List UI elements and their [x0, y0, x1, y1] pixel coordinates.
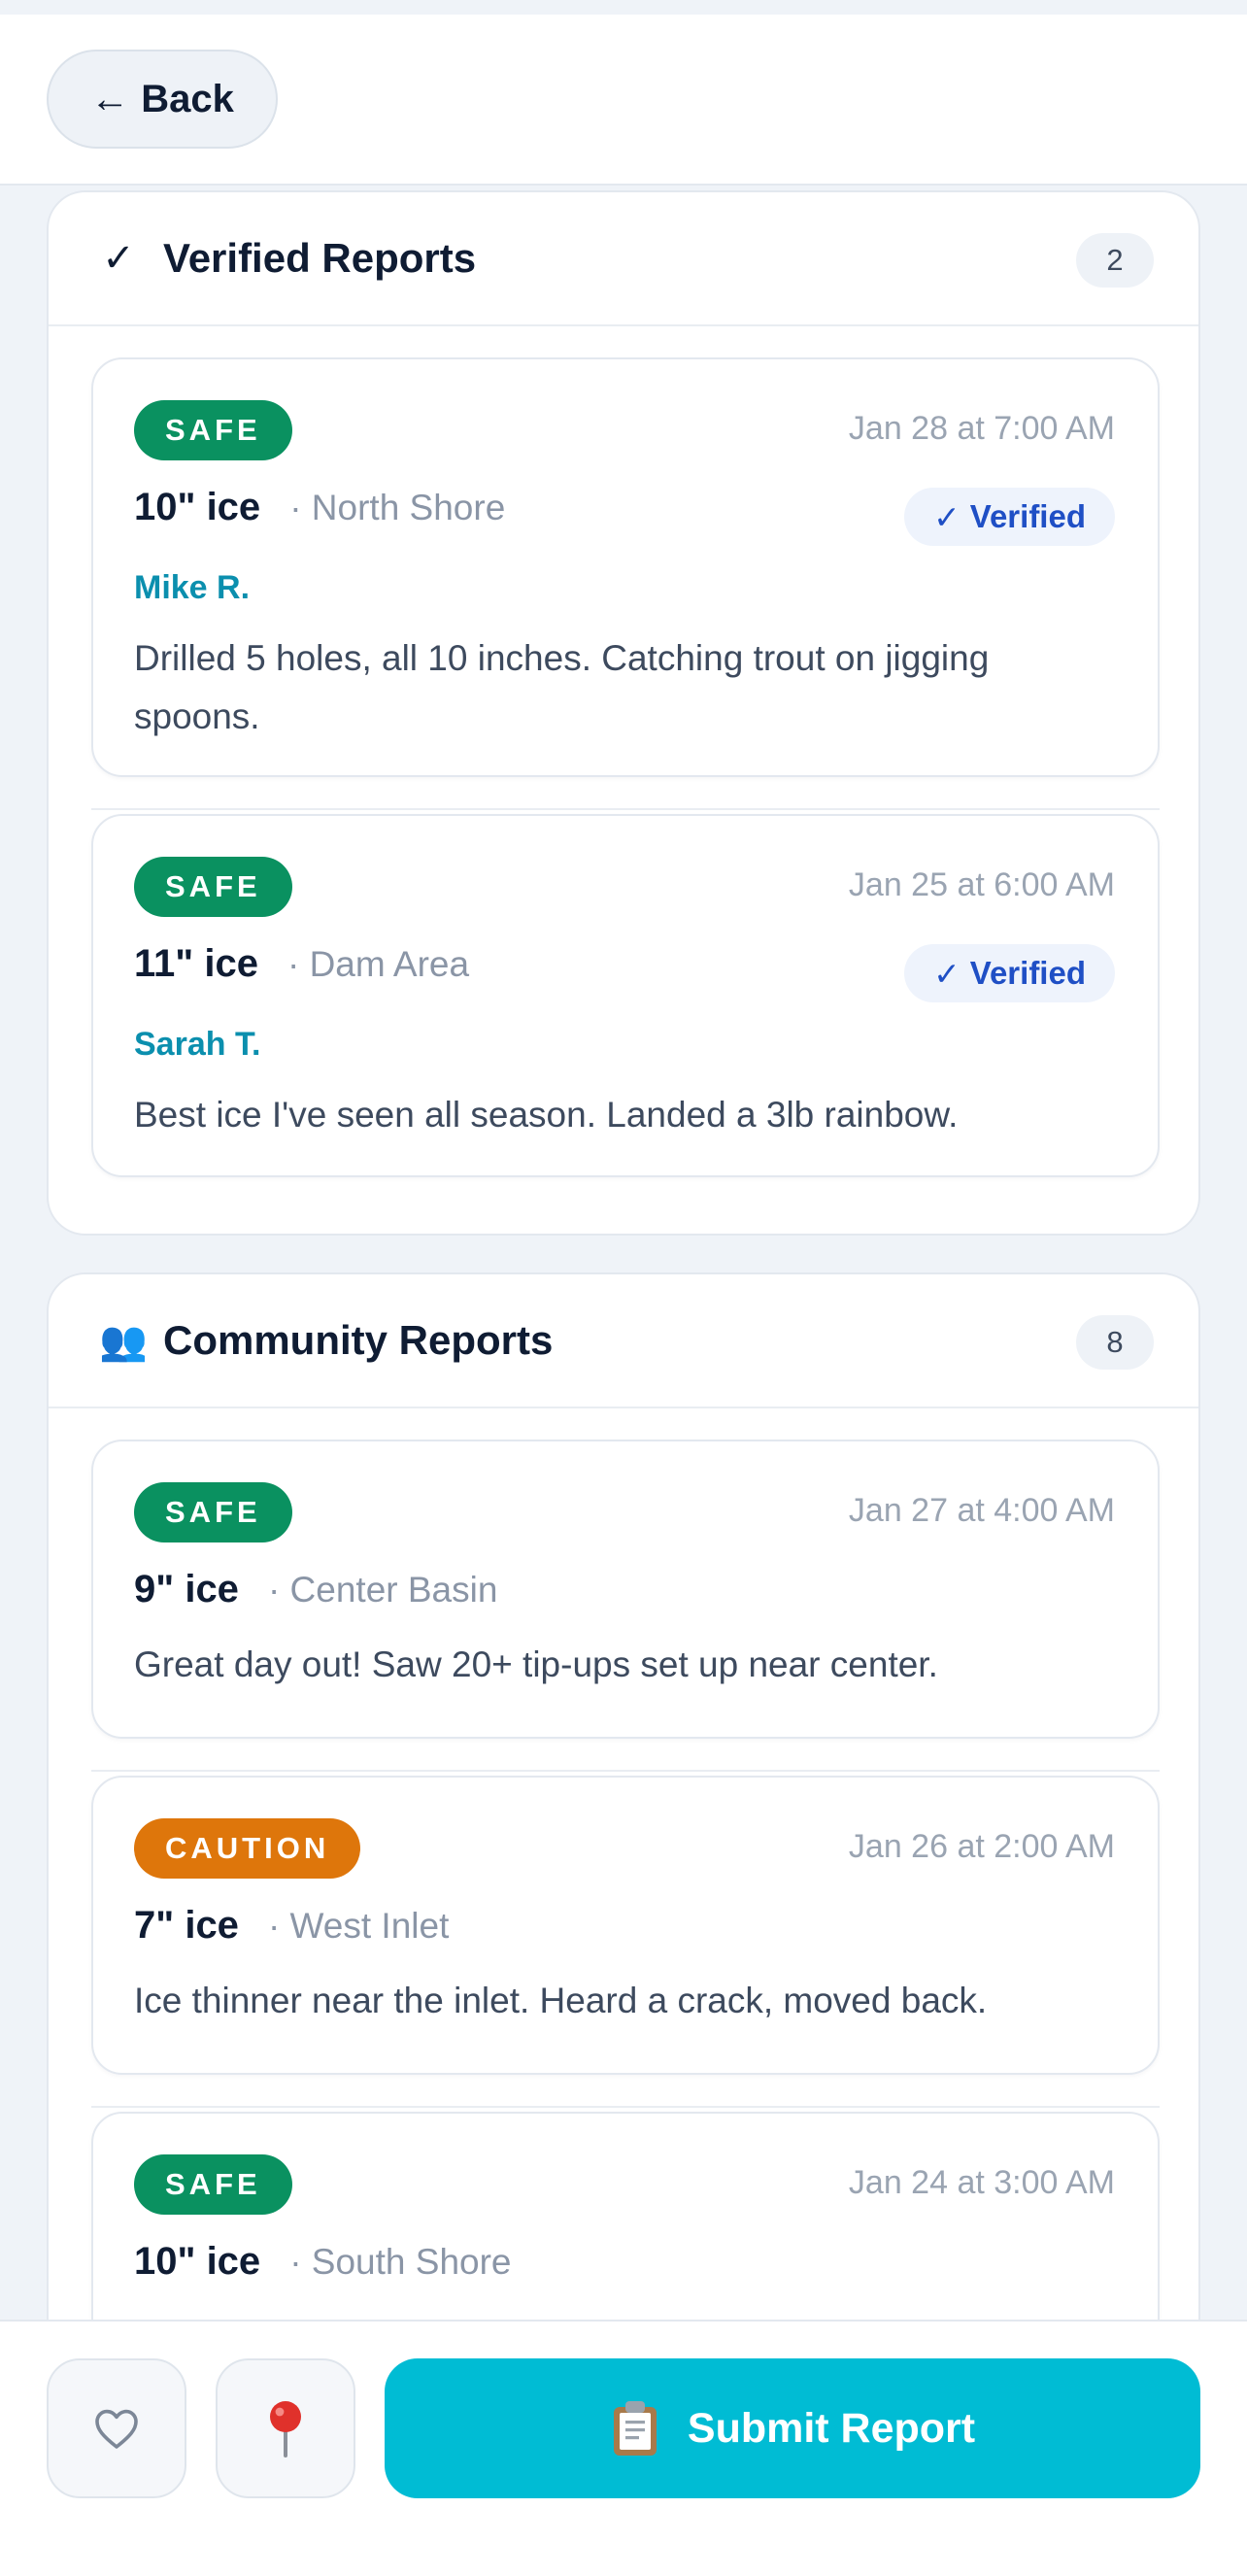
- report-author[interactable]: Mike R.: [134, 569, 250, 607]
- report-date: Jan 28 at 7:00 AM: [848, 410, 1115, 447]
- checkmark-icon: ✓: [102, 237, 135, 280]
- report-note: Ice thinner near the inlet. Heard a crac…: [134, 1981, 988, 2020]
- status-strip: [0, 0, 1247, 15]
- report-location: · West Inlet: [267, 1906, 450, 1946]
- report-date: Jan 25 at 6:00 AM: [848, 866, 1115, 903]
- report-location: · Dam Area: [286, 944, 470, 984]
- divider: [91, 1770, 1160, 1772]
- ice-thickness: 11" ice: [134, 942, 258, 985]
- verified-label: Verified: [969, 498, 1086, 534]
- verified-label: Verified: [969, 955, 1086, 991]
- back-button[interactable]: ← Back: [47, 50, 278, 149]
- ice-thickness: 10" ice: [134, 2240, 261, 2283]
- count-badge: 8: [1076, 1315, 1154, 1370]
- check-icon: ✓: [933, 498, 961, 535]
- ice-thickness: 10" ice: [134, 486, 261, 528]
- ice-row: 10" ice · North Shore: [134, 486, 505, 529]
- report-note: Best ice I've seen all season. Landed a …: [134, 1095, 959, 1135]
- community-reports-header: 👥 Community Reports 8: [49, 1274, 1198, 1408]
- count-badge: 2: [1076, 233, 1154, 288]
- arrow-left-icon: ←: [90, 77, 130, 120]
- divider: [91, 808, 1160, 810]
- submit-report-button[interactable]: Submit Report: [385, 2358, 1200, 2498]
- report-location: · Center Basin: [267, 1570, 498, 1610]
- check-icon: ✓: [933, 955, 961, 992]
- heart-icon: [95, 2409, 138, 2449]
- report-author[interactable]: Sarah T.: [134, 1026, 260, 1064]
- report-card[interactable]: CAUTION Jan 26 at 2:00 AM 7" ice · West …: [91, 1776, 1160, 2075]
- section-title: Community Reports: [163, 1317, 554, 1363]
- report-card[interactable]: SAFE Jan 25 at 6:00 AM 11" ice · Dam Are…: [91, 814, 1160, 1177]
- report-date: Jan 24 at 3:00 AM: [848, 2164, 1115, 2201]
- back-label: Back: [141, 77, 234, 120]
- report-card[interactable]: SAFE Jan 27 at 4:00 AM 9" ice · Center B…: [91, 1440, 1160, 1739]
- favorite-button[interactable]: [47, 2358, 186, 2498]
- report-date: Jan 26 at 2:00 AM: [848, 1828, 1115, 1865]
- ice-row: 10" ice · South Shore: [134, 2240, 512, 2284]
- report-note: Drilled 5 holes, all 10 inches. Catching…: [134, 638, 990, 736]
- pin-icon: [270, 2401, 301, 2457]
- section-title: Verified Reports: [163, 235, 477, 281]
- community-reports-section: 👥 Community Reports 8 SAFE Jan 27 at 4:0…: [47, 1272, 1200, 2399]
- report-date: Jan 27 at 4:00 AM: [848, 1492, 1115, 1529]
- divider: [91, 2106, 1160, 2108]
- ice-thickness: 9" ice: [134, 1568, 239, 1610]
- ice-row: 7" ice · West Inlet: [134, 1904, 449, 1948]
- map-pin-button[interactable]: [216, 2358, 355, 2498]
- report-note: Great day out! Saw 20+ tip-ups set up ne…: [134, 1644, 938, 1684]
- status-badge: SAFE: [134, 857, 292, 917]
- people-icon: 👥: [99, 1319, 148, 1363]
- submit-label: Submit Report: [687, 2404, 976, 2452]
- report-location: · North Shore: [289, 488, 506, 527]
- report-card[interactable]: SAFE Jan 28 at 7:00 AM 10" ice · North S…: [91, 357, 1160, 777]
- ice-thickness: 7" ice: [134, 1904, 239, 1947]
- report-location: · South Shore: [289, 2242, 512, 2282]
- bottom-action-bar: Submit Report: [0, 2320, 1247, 2576]
- clipboard-icon: [613, 2401, 657, 2456]
- ice-row: 9" ice · Center Basin: [134, 1568, 497, 1611]
- verified-badge: ✓ Verified: [904, 488, 1115, 546]
- top-header: ← Back: [0, 15, 1247, 186]
- verified-badge: ✓ Verified: [904, 944, 1115, 1002]
- ice-row: 11" ice · Dam Area: [134, 942, 469, 986]
- verified-reports-header: ✓ Verified Reports 2: [49, 192, 1198, 326]
- verified-reports-section: ✓ Verified Reports 2 SAFE Jan 28 at 7:00…: [47, 190, 1200, 1236]
- status-badge: SAFE: [134, 2154, 292, 2215]
- status-badge: CAUTION: [134, 1818, 361, 1879]
- status-badge: SAFE: [134, 400, 292, 460]
- status-badge: SAFE: [134, 1482, 292, 1542]
